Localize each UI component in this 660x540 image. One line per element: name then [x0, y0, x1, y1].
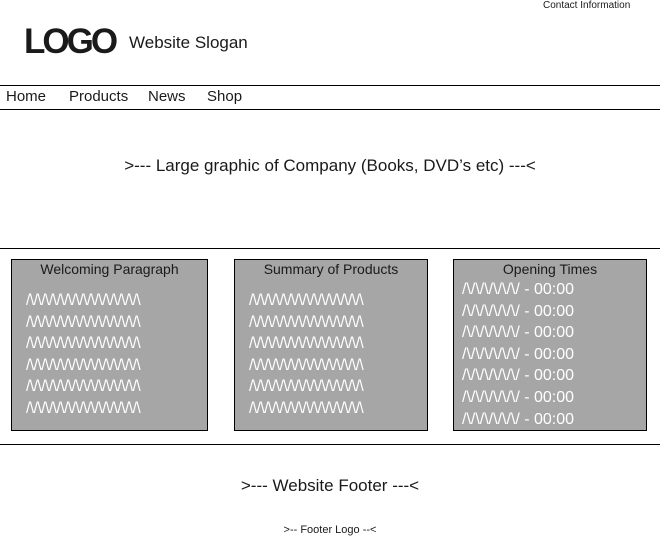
- placeholder-text-line: /\/\/\/\/\/\/\/\/\/\/\/\/\/\/\: [26, 378, 141, 396]
- panel-title: Summary of Products: [263, 261, 399, 277]
- main-nav: Home Products News Shop: [0, 86, 660, 109]
- opening-time-row: /\/\/\/\/\/\/ - 00:00: [462, 388, 575, 406]
- placeholder-text-line: /\/\/\/\/\/\/\/\/\/\/\/\/\/\/\: [249, 378, 364, 396]
- placeholder-text-line: /\/\/\/\/\/\/\/\/\/\/\/\/\/\/\: [26, 292, 141, 309]
- panel-text: /\/\/\/\/\/\/\/\/\/\/\/\/\/\/\ /\/\/\/\/…: [249, 290, 419, 420]
- opening-times-panel: Opening Times /\/\/\/\/\/\/ - 00:00 /\/\…: [453, 259, 647, 431]
- contact-information-link[interactable]: Contact Information: [543, 0, 630, 11]
- opening-time-row: /\/\/\/\/\/\/ - 00:00: [462, 281, 575, 298]
- placeholder-text-line: /\/\/\/\/\/\/\/\/\/\/\/\/\/\/\: [249, 335, 364, 353]
- placeholder-text-line: /\/\/\/\/\/\/\/\/\/\/\/\/\/\/\: [26, 313, 141, 331]
- opening-time-row: /\/\/\/\/\/\/ - 00:00: [462, 410, 575, 428]
- hero-graphic-placeholder: >--- Large graphic of Company (Books, DV…: [124, 156, 536, 175]
- logo[interactable]: LOGO: [24, 22, 118, 62]
- placeholder-text-line: /\/\/\/\/\/\/\/\/\/\/\/\/\/\/\: [249, 313, 364, 331]
- nav-item-news[interactable]: News: [148, 88, 186, 106]
- footer-top-divider: [0, 444, 660, 445]
- content-top-divider: [0, 248, 660, 249]
- opening-times-list: /\/\/\/\/\/\/ - 00:00 /\/\/\/\/\/\/ - 00…: [462, 279, 638, 430]
- website-footer: >--- Website Footer ---<: [240, 476, 420, 495]
- panel-title: Opening Times: [502, 261, 598, 277]
- summary-of-products-panel: Summary of Products /\/\/\/\/\/\/\/\/\/\…: [234, 259, 428, 431]
- nav-item-products[interactable]: Products: [69, 88, 128, 106]
- placeholder-text-line: /\/\/\/\/\/\/\/\/\/\/\/\/\/\/\: [26, 399, 141, 417]
- placeholder-text-line: /\/\/\/\/\/\/\/\/\/\/\/\/\/\/\: [249, 292, 364, 309]
- placeholder-text-line: /\/\/\/\/\/\/\/\/\/\/\/\/\/\/\: [26, 335, 141, 353]
- opening-time-row: /\/\/\/\/\/\/ - 00:00: [462, 324, 575, 342]
- placeholder-text-line: /\/\/\/\/\/\/\/\/\/\/\/\/\/\/\: [249, 356, 364, 374]
- opening-time-row: /\/\/\/\/\/\/ - 00:00: [462, 345, 575, 363]
- nav-item-shop[interactable]: Shop: [207, 88, 242, 106]
- nav-item-home[interactable]: Home: [6, 88, 46, 106]
- welcoming-paragraph-panel: Welcoming Paragraph /\/\/\/\/\/\/\/\/\/\…: [11, 259, 208, 431]
- placeholder-text-line: /\/\/\/\/\/\/\/\/\/\/\/\/\/\/\: [26, 356, 141, 374]
- opening-time-row: /\/\/\/\/\/\/ - 00:00: [462, 367, 575, 385]
- placeholder-text-line: /\/\/\/\/\/\/\/\/\/\/\/\/\/\/\: [249, 399, 364, 417]
- website-slogan: Website Slogan: [129, 33, 248, 52]
- opening-time-row: /\/\/\/\/\/\/ - 00:00: [462, 302, 575, 320]
- panel-text: /\/\/\/\/\/\/\/\/\/\/\/\/\/\/\ /\/\/\/\/…: [26, 290, 199, 420]
- nav-bottom-divider: [0, 109, 660, 110]
- panel-title: Welcoming Paragraph: [40, 261, 179, 277]
- footer-logo: >-- Footer Logo --<: [283, 524, 377, 536]
